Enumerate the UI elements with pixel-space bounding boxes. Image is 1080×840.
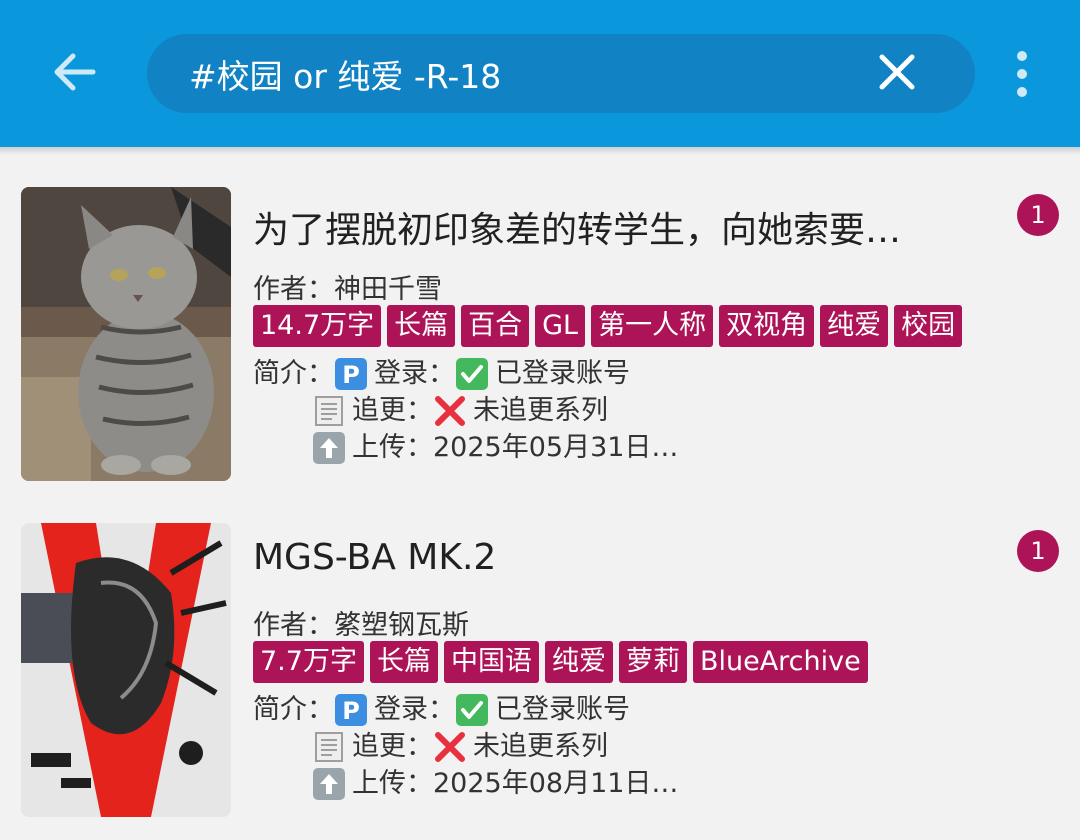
tag[interactable]: 纯爱 bbox=[820, 305, 889, 347]
tag-list: 7.7万字 长篇 中国语 纯爱 萝莉 BlueArchive bbox=[253, 641, 1073, 683]
more-options-button[interactable] bbox=[998, 44, 1046, 104]
more-vert-icon bbox=[1017, 51, 1027, 61]
tag[interactable]: 双视角 bbox=[719, 305, 815, 347]
author-name: 綮塑钢瓦斯 bbox=[334, 610, 469, 641]
scroll-icon bbox=[312, 394, 346, 428]
parking-icon: P bbox=[334, 693, 368, 727]
tag[interactable]: 长篇 bbox=[387, 305, 456, 347]
book-cover-image bbox=[21, 187, 231, 481]
author-label: 作者： bbox=[253, 274, 334, 305]
tag[interactable]: BlueArchive bbox=[692, 641, 868, 683]
author-label: 作者： bbox=[253, 610, 334, 641]
intro-label: 简介： bbox=[253, 358, 334, 389]
upload-value: 2025年05月31日… bbox=[433, 432, 679, 463]
scroll-icon bbox=[312, 730, 346, 764]
up-arrow-icon bbox=[312, 767, 346, 801]
clear-search-button[interactable] bbox=[869, 46, 925, 102]
book-title: 为了摆脱初印象差的转学生，向她索要… bbox=[253, 210, 902, 251]
tag[interactable]: 校园 bbox=[894, 305, 963, 347]
intro-label: 简介： bbox=[253, 694, 334, 725]
tag[interactable]: 萝莉 bbox=[618, 641, 687, 683]
app-bar-shadow bbox=[0, 147, 1080, 155]
tag[interactable]: 14.7万字 bbox=[253, 305, 382, 347]
unread-count-badge: 1 bbox=[1017, 530, 1059, 572]
tag-list: 14.7万字 长篇 百合 GL 第一人称 双视角 纯爱 校园 bbox=[253, 305, 1073, 347]
login-label: 登录： bbox=[374, 358, 455, 389]
cross-mark-icon bbox=[433, 730, 467, 764]
tag[interactable]: 第一人称 bbox=[591, 305, 714, 347]
book-intro: 简介： P 登录： 已登录账号 追更： 未追更系列 上传： 2025年05月31… bbox=[253, 355, 678, 466]
author-name: 神田千雪 bbox=[334, 274, 442, 305]
tag[interactable]: 中国语 bbox=[443, 641, 539, 683]
follow-value: 未追更系列 bbox=[473, 731, 608, 762]
book-list-item[interactable]: 为了摆脱初印象差的转学生，向她索要… 作者：神田千雪 14.7万字 长篇 百合 … bbox=[0, 187, 1080, 487]
upload-label: 上传： bbox=[352, 432, 433, 463]
close-icon bbox=[878, 53, 916, 95]
back-button[interactable] bbox=[44, 44, 104, 104]
tag[interactable]: 长篇 bbox=[369, 641, 438, 683]
tag[interactable]: 纯爱 bbox=[544, 641, 613, 683]
search-box bbox=[147, 34, 975, 113]
cross-mark-icon bbox=[433, 394, 467, 428]
upload-label: 上传： bbox=[352, 768, 433, 799]
book-cover-image bbox=[21, 523, 231, 817]
arrow-left-icon bbox=[51, 52, 97, 96]
svg-text:P: P bbox=[342, 697, 360, 725]
parking-icon: P bbox=[334, 357, 368, 391]
app-bar bbox=[0, 0, 1080, 147]
book-intro: 简介： P 登录： 已登录账号 追更： 未追更系列 上传： 2025年08月11… bbox=[253, 691, 678, 802]
book-author: 作者：綮塑钢瓦斯 bbox=[253, 603, 469, 642]
tag[interactable]: GL bbox=[535, 305, 586, 347]
follow-label: 追更： bbox=[352, 731, 433, 762]
book-list-item[interactable]: MGS-BA MK.2 作者：綮塑钢瓦斯 7.7万字 长篇 中国语 纯爱 萝莉 … bbox=[0, 523, 1080, 823]
login-label: 登录： bbox=[374, 694, 455, 725]
check-mark-icon bbox=[455, 693, 489, 727]
up-arrow-icon bbox=[312, 431, 346, 465]
upload-value: 2025年08月11日… bbox=[433, 768, 679, 799]
search-input[interactable] bbox=[189, 34, 869, 113]
follow-value: 未追更系列 bbox=[473, 395, 608, 426]
unread-count-badge: 1 bbox=[1017, 194, 1059, 236]
check-mark-icon bbox=[455, 357, 489, 391]
follow-label: 追更： bbox=[352, 395, 433, 426]
login-value: 已登录账号 bbox=[495, 358, 630, 389]
tag[interactable]: 7.7万字 bbox=[253, 641, 364, 683]
login-value: 已登录账号 bbox=[495, 694, 630, 725]
tag[interactable]: 百合 bbox=[461, 305, 530, 347]
svg-text:P: P bbox=[342, 361, 360, 389]
book-author: 作者：神田千雪 bbox=[253, 267, 442, 306]
book-title: MGS-BA MK.2 bbox=[253, 537, 497, 578]
